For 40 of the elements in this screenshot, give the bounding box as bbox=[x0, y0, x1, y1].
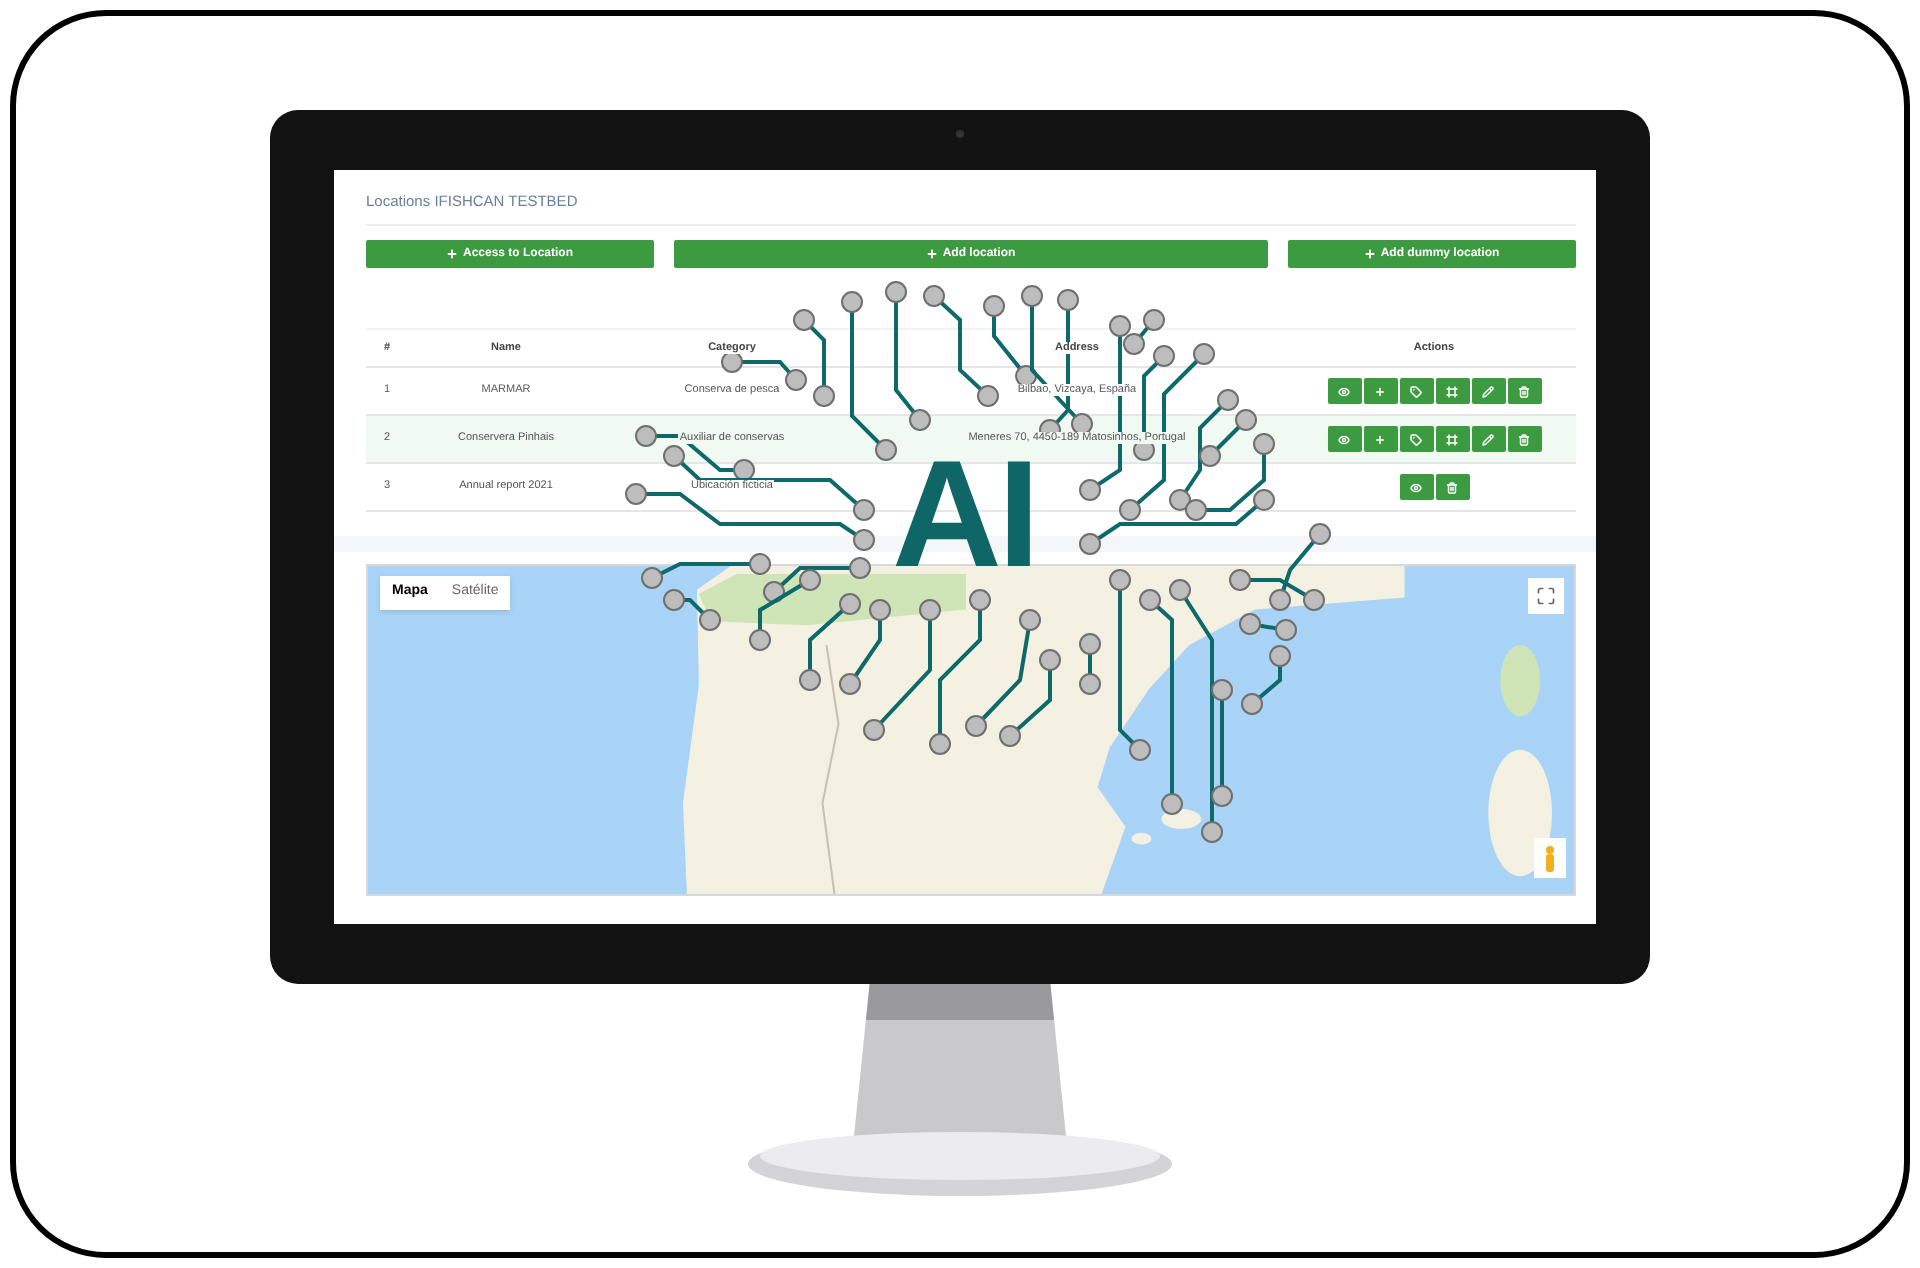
person-icon bbox=[1544, 845, 1556, 871]
action-button[interactable] bbox=[1363, 378, 1397, 404]
trash-icon bbox=[1518, 385, 1530, 397]
circuit-trace bbox=[1241, 645, 1291, 715]
action-button[interactable] bbox=[1435, 378, 1469, 404]
action-button[interactable] bbox=[1327, 426, 1361, 452]
frame-icon bbox=[1446, 385, 1458, 397]
circuit-trace bbox=[1079, 633, 1101, 695]
action-button[interactable] bbox=[1399, 474, 1433, 500]
action-button[interactable] bbox=[1399, 378, 1433, 404]
action-button[interactable] bbox=[1399, 426, 1433, 452]
plus-icon bbox=[1374, 433, 1386, 445]
eye-icon bbox=[1338, 433, 1350, 445]
action-button[interactable] bbox=[1507, 378, 1541, 404]
action-button[interactable] bbox=[1471, 426, 1505, 452]
fullscreen-button[interactable] bbox=[1528, 578, 1564, 614]
plus-icon bbox=[446, 248, 459, 260]
camera-icon bbox=[956, 130, 964, 138]
plus-icon bbox=[926, 248, 939, 260]
circuit-trace bbox=[999, 649, 1061, 747]
fullscreen-icon bbox=[1536, 586, 1556, 606]
action-button[interactable] bbox=[1327, 378, 1361, 404]
circuit-trace bbox=[965, 609, 1041, 737]
tag-icon bbox=[1410, 385, 1422, 397]
pencil-icon bbox=[1482, 433, 1494, 445]
trash-icon bbox=[1446, 481, 1458, 493]
pegman-button[interactable] bbox=[1534, 838, 1566, 878]
frame-icon bbox=[1446, 433, 1458, 445]
plus-icon bbox=[1374, 385, 1386, 397]
eye-icon bbox=[1410, 481, 1422, 493]
plus-icon bbox=[1364, 248, 1377, 260]
tag-icon bbox=[1410, 433, 1422, 445]
eye-icon bbox=[1338, 385, 1350, 397]
action-button[interactable] bbox=[1435, 474, 1469, 500]
action-button[interactable] bbox=[1435, 426, 1469, 452]
action-button[interactable] bbox=[1471, 378, 1505, 404]
pencil-icon bbox=[1482, 385, 1494, 397]
action-button[interactable] bbox=[1507, 426, 1541, 452]
action-button[interactable] bbox=[1363, 426, 1397, 452]
trash-icon bbox=[1518, 433, 1530, 445]
